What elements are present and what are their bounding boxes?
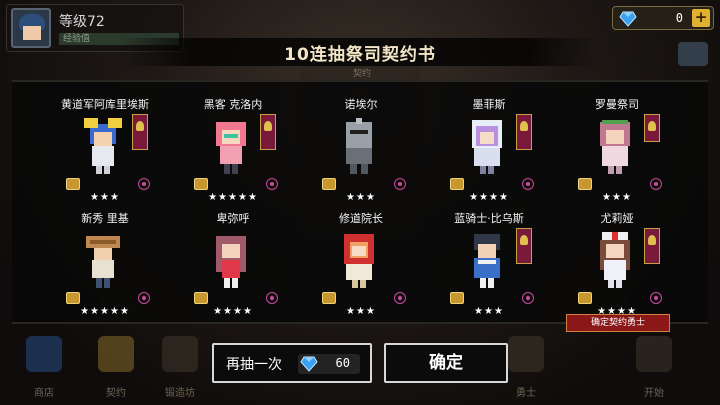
class-banner-icon (260, 114, 276, 150)
hero-card[interactable]: 尤莉娅 ★★★★ (552, 210, 682, 326)
scroll-icon (66, 292, 80, 304)
scroll-icon (322, 292, 336, 304)
hero-name: 罗曼祭司 (595, 98, 639, 111)
hero-card[interactable]: 新秀 里基 ★★★★★ (40, 210, 170, 326)
hero-sprite (86, 236, 120, 288)
player-level: 等级72 (59, 14, 105, 30)
hero-name: 尤莉娅 (600, 212, 634, 225)
hero-name: 卑弥呼 (216, 212, 250, 225)
element-icon (522, 178, 534, 190)
star-rating: ★★★ (474, 306, 504, 317)
confirm-button[interactable]: 确定 (384, 343, 508, 383)
hero-helmet-icon (508, 336, 544, 372)
start-icon (636, 336, 672, 372)
forge-icon (162, 336, 198, 372)
scroll-icon (66, 178, 80, 190)
scroll-icon (322, 178, 336, 190)
class-banner-icon (132, 114, 148, 150)
gem-currency: 0 + (612, 6, 714, 30)
hero-sprite (600, 120, 630, 174)
nav-shop[interactable]: 商店 (14, 334, 74, 400)
scroll-icon (450, 178, 464, 190)
element-icon (138, 178, 150, 190)
star-rating: ★★★★★ (80, 306, 130, 317)
star-rating: ★★★ (602, 192, 632, 203)
subtitle: 契约 (352, 69, 371, 79)
star-rating: ★★★★ (469, 192, 509, 203)
star-rating: ★★★ (346, 192, 376, 203)
hero-card[interactable]: 黄道军阿库里埃斯 ★★★ (40, 96, 170, 212)
hero-card[interactable]: 修道院长 ★★★ (296, 210, 426, 326)
hero-name: 黄道军阿库里埃斯 (61, 98, 149, 111)
scroll-icon (194, 292, 208, 304)
hero-sprite (472, 120, 502, 174)
summon-cost-value: 60 (335, 356, 350, 370)
scroll-icon (194, 178, 208, 190)
scroll-icon (578, 178, 592, 190)
diamond-icon (619, 11, 637, 27)
element-icon (394, 178, 406, 190)
star-rating: ★★★ (90, 192, 120, 203)
element-icon (266, 178, 278, 190)
nav-forge[interactable]: 锻造坊 (150, 334, 210, 400)
hero-card[interactable]: 罗曼祭司 ★★★ (552, 96, 682, 212)
class-banner-icon (644, 114, 660, 142)
shop-gem-icon (26, 336, 62, 372)
hero-card[interactable]: 诺埃尔 ★★★ (296, 96, 426, 212)
star-rating: ★★★ (346, 306, 376, 317)
page-title: 10连抽祭司契约书 (284, 45, 436, 65)
element-icon (138, 292, 150, 304)
element-icon (394, 292, 406, 304)
hero-sprite (216, 122, 246, 174)
class-banner-icon (516, 228, 532, 264)
summon-again-label: 再抽一次 (226, 357, 282, 373)
hero-name: 诺埃尔 (344, 98, 378, 111)
hero-name: 墨菲斯 (472, 98, 506, 111)
diamond-icon (300, 356, 318, 372)
gem-count: 0 (675, 11, 683, 25)
scroll-icon (578, 292, 592, 304)
hero-card[interactable]: 卑弥呼 ★★★★ (168, 210, 298, 326)
element-icon (650, 292, 662, 304)
element-icon (266, 292, 278, 304)
hero-card[interactable]: 黑客 克洛内 ★★★★★ (168, 96, 298, 212)
hero-name: 新秀 里基 (81, 212, 129, 225)
hero-card[interactable]: 蓝骑士·比乌斯 ★★★ (424, 210, 554, 326)
summon-again-button[interactable]: 再抽一次 60 (212, 343, 372, 383)
element-icon (522, 292, 534, 304)
hero-sprite (474, 234, 500, 288)
nav-start[interactable]: 开始 (624, 334, 684, 400)
class-banner-icon (516, 114, 532, 150)
hero-card[interactable]: 墨菲斯 ★★★★ (424, 96, 554, 212)
star-rating: ★★★★★ (208, 192, 258, 203)
hero-sprite (346, 118, 372, 174)
hero-sprite (600, 232, 630, 288)
element-icon (650, 178, 662, 190)
nav-contract[interactable]: 契约 (86, 334, 146, 400)
contract-icon (98, 336, 134, 372)
add-gems-button[interactable]: + (692, 9, 710, 27)
scroll-icon (450, 292, 464, 304)
hero-sprite (84, 118, 122, 174)
hero-name: 修道院长 (339, 212, 383, 225)
hero-sprite (344, 234, 374, 288)
hero-name: 黑客 克洛内 (203, 98, 263, 111)
star-rating: ★★★★ (213, 306, 253, 317)
hero-sprite (216, 236, 246, 288)
hero-name: 蓝骑士·比乌斯 (454, 212, 524, 225)
summon-cost: 60 (298, 354, 360, 374)
class-banner-icon (644, 228, 660, 264)
